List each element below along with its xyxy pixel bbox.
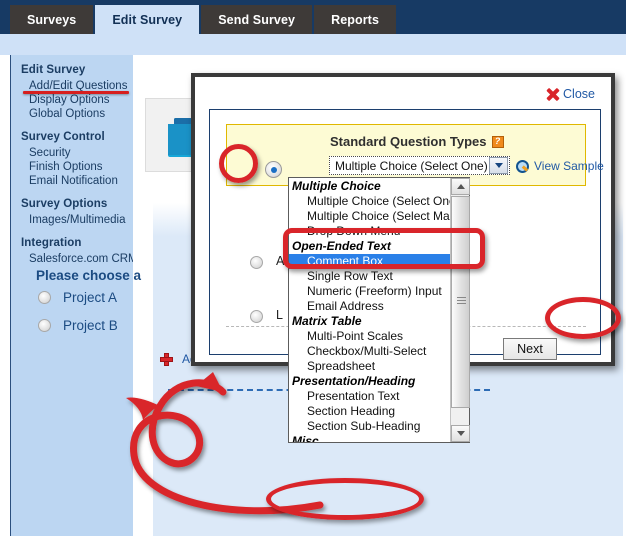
sidebar-group-integration: Integration Salesforce.com CRM	[21, 237, 138, 266]
dropdown-item-mc-select-one[interactable]: Multiple Choice (Select One)	[289, 194, 450, 209]
label-secondary-option-a: A	[276, 254, 285, 268]
plus-icon	[160, 352, 173, 366]
dropdown-item-presentation-text[interactable]: Presentation Text	[289, 389, 450, 404]
sidebar-item-security[interactable]: Security	[21, 146, 133, 160]
dropdown-item-section-heading[interactable]: Section Heading	[289, 404, 450, 419]
tab-edit-survey-label: Edit Survey	[112, 12, 183, 27]
nav-tabs: Surveys Edit Survey Send Survey Reports	[10, 5, 396, 34]
radio-secondary-option-a[interactable]	[250, 256, 263, 269]
dropdown-group-open-ended-text: Open-Ended Text	[292, 239, 391, 253]
subnav-bar-inner	[10, 34, 626, 55]
dropdown-item-multi-point-scales[interactable]: Multi-Point Scales	[289, 329, 450, 344]
dropdown-group-matrix-table: Matrix Table	[292, 314, 362, 328]
dialog-close-label: Close	[563, 87, 595, 101]
sidebar-item-images-multimedia[interactable]: Images/Multimedia	[21, 213, 133, 227]
help-question-icon[interactable]: ?	[491, 135, 504, 148]
dropdown-group-misc: Misc.	[292, 434, 323, 442]
scrollbar-grip-icon	[457, 297, 466, 304]
radio-standard-question-types[interactable]	[265, 161, 282, 178]
sidebar-item-email-notification[interactable]: Email Notification	[21, 174, 133, 188]
option-row-project-b[interactable]: Project B	[38, 318, 118, 333]
tab-edit-survey[interactable]: Edit Survey	[95, 5, 200, 34]
scrollbar-thumb[interactable]	[451, 196, 470, 408]
dropdown-item-section-sub-heading[interactable]: Section Sub-Heading	[289, 419, 450, 434]
option-label-project-b: Project B	[63, 318, 118, 333]
sidebar-group-edit-survey: Edit Survey Add/Edit Questions Display O…	[21, 64, 133, 121]
app-root: Surveys Edit Survey Send Survey Reports …	[0, 0, 626, 536]
option-label-project-a: Project A	[63, 290, 118, 305]
magnifier-icon	[515, 159, 529, 173]
option-row-project-a[interactable]: Project A	[38, 290, 117, 305]
dropdown-group-presentation-heading: Presentation/Heading	[292, 374, 416, 388]
sidebar-item-add-edit-questions[interactable]: Add/Edit Questions	[21, 79, 133, 94]
top-navbar: Surveys Edit Survey Send Survey Reports	[0, 0, 626, 34]
standard-question-types-heading: Standard Question Types ?	[330, 134, 504, 149]
tab-send-survey-label: Send Survey	[218, 12, 296, 27]
question-type-dropdown-list[interactable]: Multiple Choice Multiple Choice (Select …	[288, 177, 470, 443]
sidebar-item-display-options[interactable]: Display Options	[21, 93, 133, 107]
standard-question-types-text: Standard Question Types	[330, 134, 487, 149]
dropdown-item-comment-box[interactable]: Comment Box	[289, 254, 450, 269]
radio-project-b[interactable]	[38, 319, 51, 332]
sidebar-heading-survey-control: Survey Control	[21, 131, 105, 143]
radio-project-a[interactable]	[38, 291, 51, 304]
sidebar-item-global-options[interactable]: Global Options	[21, 107, 133, 121]
next-button[interactable]: Next	[503, 338, 557, 360]
close-x-icon	[546, 88, 559, 101]
view-sample-label: View Sample	[534, 159, 604, 173]
dropdown-options: Multiple Choice Multiple Choice (Select …	[289, 178, 450, 442]
sidebar-group-survey-control: Survey Control Security Finish Options E…	[21, 131, 133, 188]
dropdown-item-single-row-text[interactable]: Single Row Text	[289, 269, 450, 284]
radio-secondary-option-l[interactable]	[250, 310, 263, 323]
sidebar-heading-survey-options: Survey Options	[21, 198, 108, 210]
sidebar-heading-integration: Integration	[21, 237, 82, 249]
dropdown-item-spreadsheet[interactable]: Spreadsheet	[289, 359, 450, 374]
label-secondary-option-l: L	[276, 308, 283, 322]
question-prompt: Please choose a	[36, 268, 142, 283]
tab-surveys[interactable]: Surveys	[10, 5, 94, 34]
dropdown-scrollbar[interactable]	[450, 178, 470, 442]
sidebar-item-salesforce-crm[interactable]: Salesforce.com CRM	[21, 252, 138, 266]
dropdown-item-email-address[interactable]: Email Address	[289, 299, 450, 314]
view-sample-link[interactable]: View Sample	[515, 159, 604, 173]
question-type-select-value: Multiple Choice (Select One)	[335, 158, 488, 173]
tab-reports-label: Reports	[331, 12, 379, 27]
scroll-up-arrow-icon[interactable]	[451, 178, 470, 195]
subnav-bar	[0, 34, 626, 55]
sidebar-item-finish-options[interactable]: Finish Options	[21, 160, 133, 174]
tab-send-survey[interactable]: Send Survey	[201, 5, 313, 34]
dropdown-item-checkbox-multi-select[interactable]: Checkbox/Multi-Select	[289, 344, 450, 359]
dropdown-group-multiple-choice: Multiple Choice	[292, 179, 381, 193]
sidebar-group-survey-options: Survey Options Images/Multimedia	[21, 198, 133, 227]
dialog-close-button[interactable]: Close	[546, 87, 595, 101]
dropdown-item-mc-select-many[interactable]: Multiple Choice (Select Many)	[289, 209, 450, 224]
tab-surveys-label: Surveys	[27, 12, 77, 27]
question-type-select[interactable]: Multiple Choice (Select One)	[329, 156, 510, 175]
tab-reports[interactable]: Reports	[314, 5, 396, 34]
sidebar-heading-edit-survey: Edit Survey	[21, 64, 86, 76]
dropdown-item-numeric-freeform-input[interactable]: Numeric (Freeform) Input	[289, 284, 450, 299]
chevron-down-icon[interactable]	[489, 157, 508, 174]
dropdown-item-drop-down-menu[interactable]: Drop Down Menu	[289, 224, 450, 239]
scroll-down-arrow-icon[interactable]	[451, 425, 470, 442]
